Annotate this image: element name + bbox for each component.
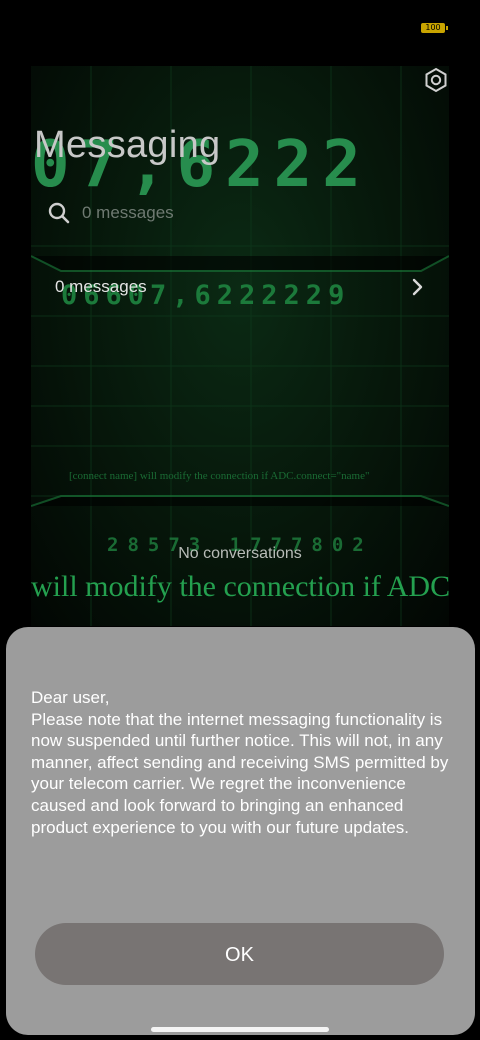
messages-row[interactable]: 0 messages <box>34 264 446 310</box>
home-indicator[interactable] <box>151 1027 329 1032</box>
settings-button[interactable] <box>422 66 450 94</box>
dialog-message: Dear user, Please note that the internet… <box>31 688 449 837</box>
wallpaper-big-text: will modify the connection if ADC. <box>31 570 449 603</box>
messaging-screen: 100 07,6222 06607,6222229 [connect name]… <box>0 0 480 1040</box>
page-title: Messaging <box>34 124 221 166</box>
messages-row-label: 0 messages <box>55 277 147 296</box>
empty-state-text: No conversations <box>178 545 302 562</box>
notice-dialog: Dear user, Please note that the internet… <box>6 627 475 1035</box>
gear-icon <box>425 67 447 93</box>
wallpaper-connect-line: [connect name] will modify the connectio… <box>69 470 370 482</box>
ok-button[interactable]: OK <box>35 923 444 985</box>
battery-indicator: 100 <box>421 23 448 33</box>
search-input[interactable]: 0 messages <box>82 203 174 223</box>
search-icon <box>48 202 70 224</box>
chevron-right-icon <box>412 278 423 296</box>
search-bar[interactable]: 0 messages <box>46 198 174 228</box>
